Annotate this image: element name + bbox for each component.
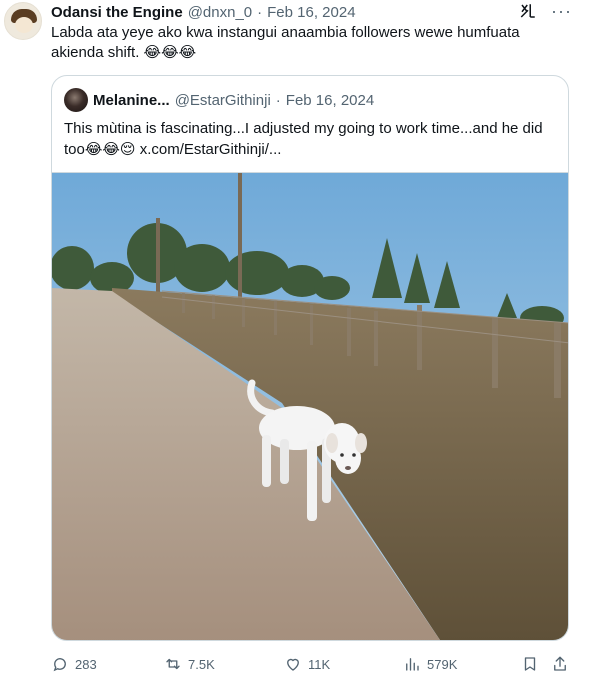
reply-icon bbox=[53, 658, 66, 672]
dog-photo bbox=[52, 173, 568, 640]
separator-dot: · bbox=[257, 3, 263, 21]
quoted-author-name[interactable]: Melanine... bbox=[93, 92, 170, 109]
reply-button[interactable]: 283 bbox=[51, 652, 97, 676]
quoted-tweet[interactable]: Melanine... @EstarGithinji · Feb 16, 202… bbox=[51, 75, 569, 641]
quoted-text: This mùtina is fascinating...I adjusted … bbox=[64, 120, 543, 158]
quoted-avatar[interactable] bbox=[64, 88, 88, 112]
repost-count: 7.5K bbox=[188, 656, 215, 672]
repost-button[interactable]: 7.5K bbox=[164, 652, 215, 676]
grok-icon[interactable] bbox=[519, 2, 537, 20]
like-count: 11K bbox=[308, 656, 331, 672]
action-bar: 283 7.5K 11K 579K bbox=[51, 652, 571, 676]
quoted-date[interactable]: Feb 16, 2024 bbox=[286, 92, 374, 109]
bookmark-icon bbox=[524, 657, 536, 671]
author-avatar[interactable] bbox=[4, 2, 42, 40]
quoted-separator-dot: · bbox=[275, 91, 281, 109]
quoted-author-handle[interactable]: @EstarGithinji bbox=[175, 92, 271, 109]
tweet-text: Labda ata yeye ako kwa instangui anaambi… bbox=[51, 24, 520, 61]
reply-count: 283 bbox=[75, 656, 97, 672]
share-icon bbox=[554, 656, 566, 671]
bookmark-button[interactable] bbox=[521, 652, 539, 676]
quoted-media[interactable] bbox=[52, 172, 568, 640]
more-icon[interactable]: ··· bbox=[551, 2, 572, 20]
repost-icon bbox=[166, 658, 180, 670]
author-name[interactable]: Odansi the Engine bbox=[51, 4, 183, 21]
views-icon bbox=[406, 658, 419, 671]
tweet: Odansi the Engine @dnxn_0 · Feb 16, 2024… bbox=[0, 0, 598, 688]
views-button[interactable]: 579K bbox=[403, 652, 457, 676]
tweet-date[interactable]: Feb 16, 2024 bbox=[267, 4, 355, 21]
author-handle[interactable]: @dnxn_0 bbox=[188, 4, 252, 21]
views-count: 579K bbox=[427, 656, 458, 672]
quoted-header: Melanine... @EstarGithinji · Feb 16, 202… bbox=[64, 88, 374, 112]
like-button[interactable]: 11K bbox=[284, 652, 330, 676]
tweet-header: Odansi the Engine @dnxn_0 · Feb 16, 2024 bbox=[51, 2, 356, 22]
tweet-menu-area: ··· bbox=[519, 0, 572, 22]
like-icon bbox=[287, 658, 299, 671]
share-button[interactable] bbox=[551, 652, 569, 676]
avatar-face bbox=[15, 17, 33, 33]
